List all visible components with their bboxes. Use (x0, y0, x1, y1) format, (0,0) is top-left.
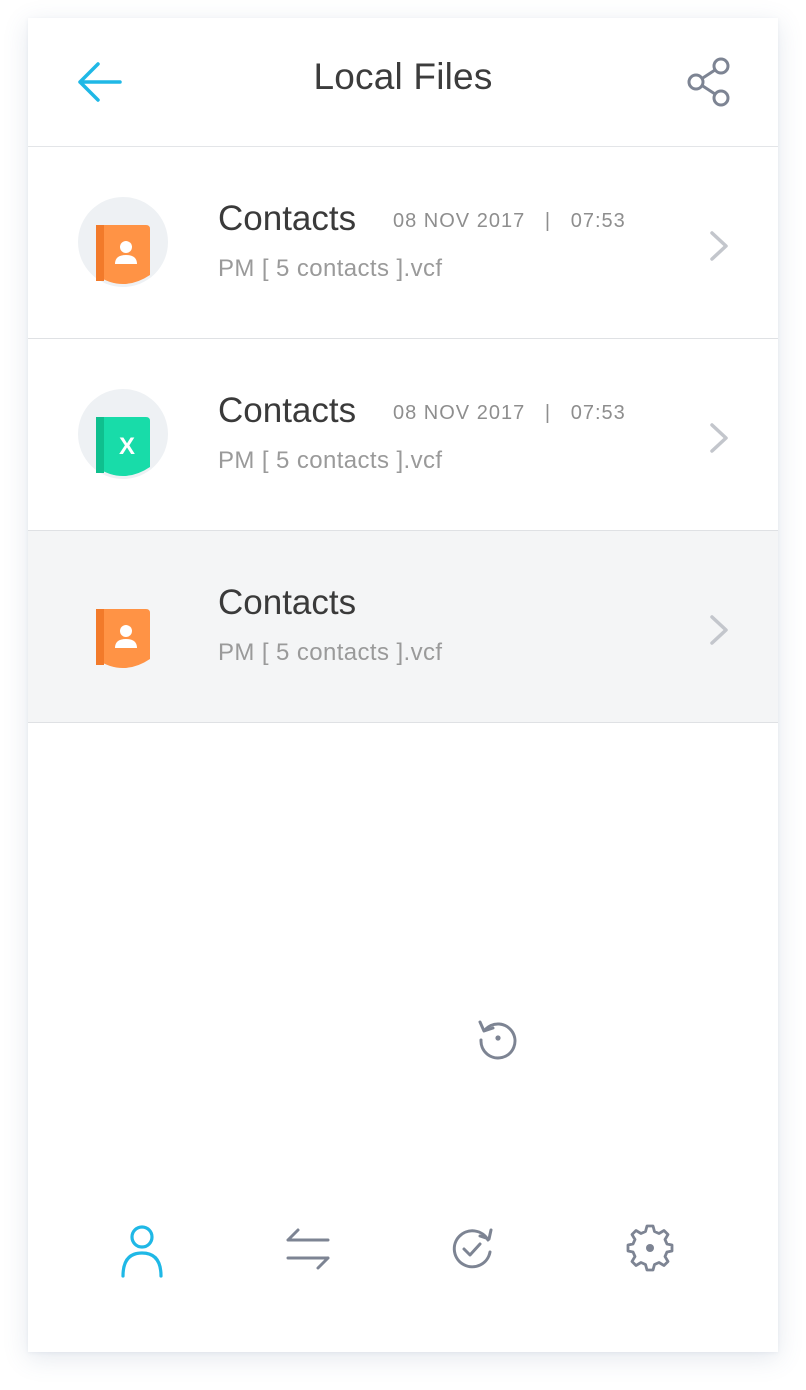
file-time: 07:53 (570, 210, 626, 232)
user-icon (121, 1225, 163, 1278)
file-row[interactable]: X Contacts 08 NOV 2017 | 07:53 PM [ 5 co… (28, 339, 778, 531)
share-button[interactable] (682, 54, 736, 110)
tab-transfer[interactable] (278, 1218, 338, 1278)
meta-separator: | (544, 210, 552, 232)
excel-book-icon: X (96, 417, 150, 476)
file-date: 08 NOV 2017 (393, 402, 526, 424)
gear-icon (626, 1224, 674, 1272)
file-name: Contacts (218, 391, 357, 430)
sync-check-icon (452, 1228, 493, 1269)
file-subtitle: PM [ 5 contacts ].vcf (218, 639, 443, 666)
share-icon (687, 57, 730, 107)
tab-settings[interactable] (620, 1218, 680, 1278)
restore-icon (478, 1020, 517, 1060)
top-bar: Local Files (28, 18, 778, 147)
file-timestamp: 08 NOV 2017 | 07:53 (393, 210, 626, 233)
page-title: Local Files (313, 56, 493, 97)
contact-book-icon (96, 609, 150, 668)
restore-button[interactable] (476, 1016, 520, 1060)
file-row-selected[interactable]: Contacts PM [ 5 contacts ].vcf (28, 531, 778, 723)
transfer-icon (286, 1228, 330, 1270)
chevron-right-icon (710, 615, 728, 645)
file-timestamp: 08 NOV 2017 | 07:53 (393, 402, 626, 425)
file-name: Contacts (218, 583, 357, 622)
bottom-tab-bar (28, 1218, 778, 1298)
file-icon-badge: X (78, 389, 168, 479)
file-subtitle: PM [ 5 contacts ].vcf (218, 447, 443, 474)
chevron-right-icon (710, 423, 728, 453)
file-time: 07:53 (570, 402, 626, 424)
file-icon-badge (78, 581, 168, 671)
file-date: 08 NOV 2017 (393, 210, 526, 232)
file-name: Contacts (218, 199, 357, 238)
tab-contacts[interactable] (112, 1218, 172, 1278)
meta-separator: | (544, 402, 552, 424)
tab-sync[interactable] (442, 1218, 502, 1278)
file-subtitle: PM [ 5 contacts ].vcf (218, 255, 443, 282)
app-screen: Local Files Contacts 08 NOV 2017 | 07:53… (28, 18, 778, 1352)
file-list: Contacts 08 NOV 2017 | 07:53 PM [ 5 cont… (28, 147, 778, 723)
excel-letter: X (119, 433, 135, 460)
chevron-right-icon (710, 231, 728, 261)
file-icon-badge (78, 197, 168, 287)
contact-book-icon (96, 225, 150, 284)
file-row[interactable]: Contacts 08 NOV 2017 | 07:53 PM [ 5 cont… (28, 147, 778, 339)
